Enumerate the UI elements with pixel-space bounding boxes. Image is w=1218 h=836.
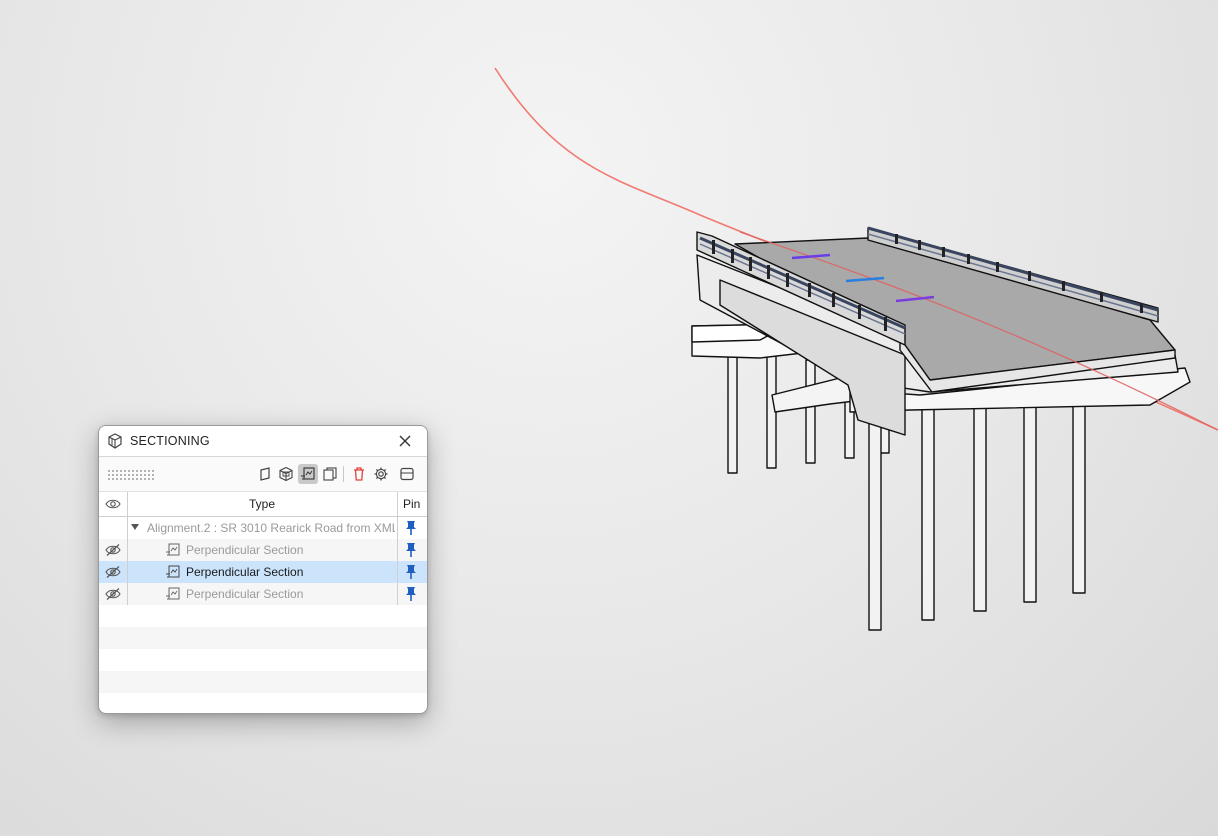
perpendicular-section-icon bbox=[166, 565, 180, 578]
bridge-model[interactable] bbox=[691, 226, 1191, 631]
panel-layout-button[interactable] bbox=[397, 464, 417, 484]
drag-grip-icon[interactable] bbox=[107, 469, 155, 481]
panel-titlebar[interactable]: SECTIONING bbox=[99, 426, 427, 457]
table-header: Type Pin bbox=[99, 492, 427, 517]
collapse-caret-icon[interactable] bbox=[131, 524, 139, 530]
close-icon[interactable] bbox=[397, 433, 413, 449]
table-row[interactable]: Perpendicular Section bbox=[99, 583, 427, 605]
sectioning-panel: SECTIONING Type Pin Alignment.2: SR 301… bbox=[98, 425, 428, 714]
settings-button[interactable] bbox=[371, 464, 391, 484]
empty-row bbox=[99, 649, 427, 671]
gear-icon bbox=[374, 467, 388, 481]
sectioning-cube-icon bbox=[108, 433, 122, 449]
box-section-button[interactable] bbox=[276, 464, 296, 484]
empty-row bbox=[99, 605, 427, 627]
perpendicular-section-button[interactable] bbox=[298, 464, 318, 484]
section-label: Perpendicular Section bbox=[186, 565, 304, 579]
delete-sections-button[interactable] bbox=[349, 464, 369, 484]
delete-icon bbox=[354, 467, 364, 481]
pin-icon[interactable] bbox=[404, 520, 418, 536]
empty-row bbox=[99, 671, 427, 693]
pin-icon[interactable] bbox=[404, 542, 418, 558]
visibility-column-header[interactable] bbox=[99, 492, 128, 516]
eye-hidden-icon[interactable] bbox=[105, 543, 121, 557]
panel-toolbar bbox=[99, 457, 427, 492]
panel-title: SECTIONING bbox=[130, 434, 210, 448]
eye-hidden-icon[interactable] bbox=[105, 565, 121, 579]
toolbar-separator bbox=[343, 466, 344, 482]
parallel-section-icon bbox=[323, 467, 337, 481]
section-label: Perpendicular Section bbox=[186, 543, 304, 557]
table-row[interactable]: Perpendicular Section bbox=[99, 539, 427, 561]
table-row[interactable]: Alignment.2 : SR 3010 Rearick Road from … bbox=[99, 517, 427, 539]
perpendicular-section-icon bbox=[301, 467, 315, 480]
parallel-section-button[interactable] bbox=[320, 464, 340, 484]
panel-layout-icon bbox=[400, 467, 414, 481]
alignment-label: Alignment.2 : SR 3010 Rearick Road from … bbox=[147, 521, 395, 535]
perpendicular-section-icon bbox=[166, 543, 180, 556]
pin-icon[interactable] bbox=[404, 564, 418, 580]
type-column-header[interactable]: Type bbox=[127, 492, 397, 516]
plane-section-icon bbox=[260, 467, 270, 481]
pin-icon[interactable] bbox=[404, 586, 418, 602]
eye-hidden-icon[interactable] bbox=[105, 587, 121, 601]
table-row-selected[interactable]: Perpendicular Section bbox=[99, 561, 427, 583]
sections-table: Type Pin Alignment.2 : SR 3010 Rearick R… bbox=[99, 492, 427, 693]
perpendicular-section-icon bbox=[166, 587, 180, 600]
plane-section-button[interactable] bbox=[255, 464, 275, 484]
pin-column-header[interactable]: Pin bbox=[397, 492, 427, 516]
empty-row bbox=[99, 627, 427, 649]
eye-icon bbox=[105, 499, 121, 509]
box-section-icon bbox=[279, 466, 293, 482]
section-label: Perpendicular Section bbox=[186, 587, 304, 601]
